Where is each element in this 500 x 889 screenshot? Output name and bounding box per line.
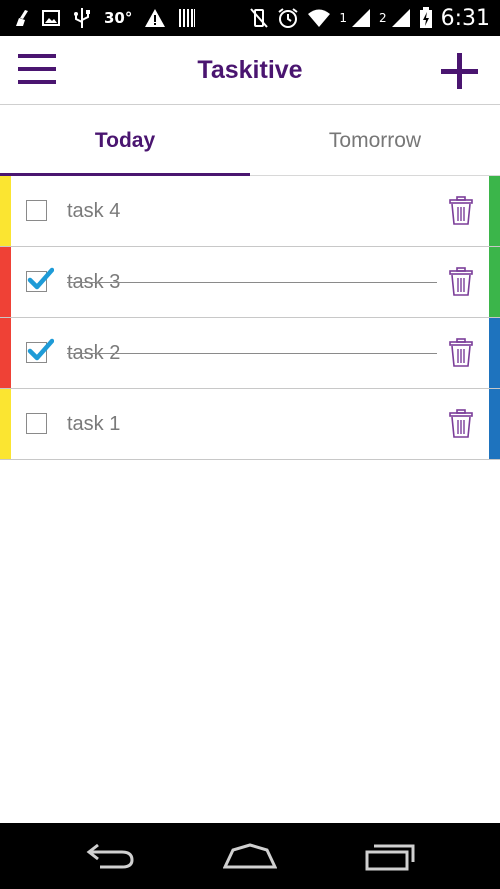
task-right-color-bar [489, 318, 500, 388]
tab-tomorrow[interactable]: Tomorrow [250, 105, 500, 175]
task-row: task 4 [0, 176, 500, 247]
task-left-color-bar [0, 176, 11, 246]
task-label[interactable]: task 4 [67, 200, 120, 223]
task-checkbox[interactable] [26, 267, 54, 292]
back-button[interactable] [86, 841, 136, 876]
warning-icon [145, 9, 166, 27]
clock-time: 6:31 [440, 5, 490, 31]
task-left-color-bar [0, 318, 11, 388]
barcode-icon [179, 9, 196, 27]
wifi-icon [308, 9, 331, 27]
vibrate-off-icon [250, 8, 269, 28]
home-icon [222, 843, 278, 869]
status-bar: 30° 1 2 6:31 [0, 0, 500, 36]
system-nav-bar [0, 823, 500, 889]
task-checkbox[interactable] [26, 338, 54, 363]
back-icon [86, 843, 134, 869]
delete-task-button[interactable] [449, 409, 473, 439]
trash-icon [449, 338, 473, 367]
alarm-icon [278, 8, 298, 28]
delete-task-button[interactable] [449, 267, 473, 297]
status-right: 1 2 6:31 [249, 0, 490, 36]
task-left-color-bar [0, 247, 11, 317]
signal-icon [351, 9, 370, 27]
task-checkbox[interactable] [26, 200, 47, 221]
task-row: task 1 [0, 389, 500, 460]
battery-charging-icon [419, 7, 432, 28]
trash-icon [449, 196, 473, 225]
checkmark-icon [27, 267, 54, 290]
trash-icon [449, 409, 473, 438]
trash-icon [449, 267, 473, 296]
recent-apps-button[interactable] [364, 841, 416, 876]
temperature-text: 30° [104, 9, 133, 27]
tab-today[interactable]: Today [0, 105, 250, 176]
delete-task-button[interactable] [449, 338, 473, 368]
checkmark-icon [27, 338, 54, 361]
strikethrough-line [67, 353, 437, 354]
usb-icon [74, 8, 90, 28]
task-right-color-bar [489, 176, 500, 246]
day-tabs: Today Tomorrow [0, 105, 500, 176]
sim1-label: 1 [339, 11, 347, 25]
add-task-button[interactable] [440, 52, 480, 92]
signal-icon [391, 9, 410, 27]
image-icon [42, 10, 60, 26]
task-row: task 2 [0, 318, 500, 389]
plus-icon [441, 53, 478, 89]
app-title: Taskitive [197, 56, 303, 84]
task-row: task 3 [0, 247, 500, 318]
status-left: 30° [14, 0, 196, 36]
task-label[interactable]: task 1 [67, 413, 120, 436]
task-list: task 4 task 3 task 2 task 1 [0, 176, 500, 460]
strikethrough-line [67, 282, 437, 283]
home-button[interactable] [222, 841, 278, 876]
task-right-color-bar [489, 389, 500, 459]
delete-task-button[interactable] [449, 196, 473, 226]
task-right-color-bar [489, 247, 500, 317]
app-header: Taskitive [0, 36, 500, 105]
broom-icon [16, 10, 28, 26]
sim2-label: 2 [378, 11, 387, 25]
task-left-color-bar [0, 389, 11, 459]
task-checkbox[interactable] [26, 413, 47, 434]
recent-apps-icon [365, 844, 415, 871]
